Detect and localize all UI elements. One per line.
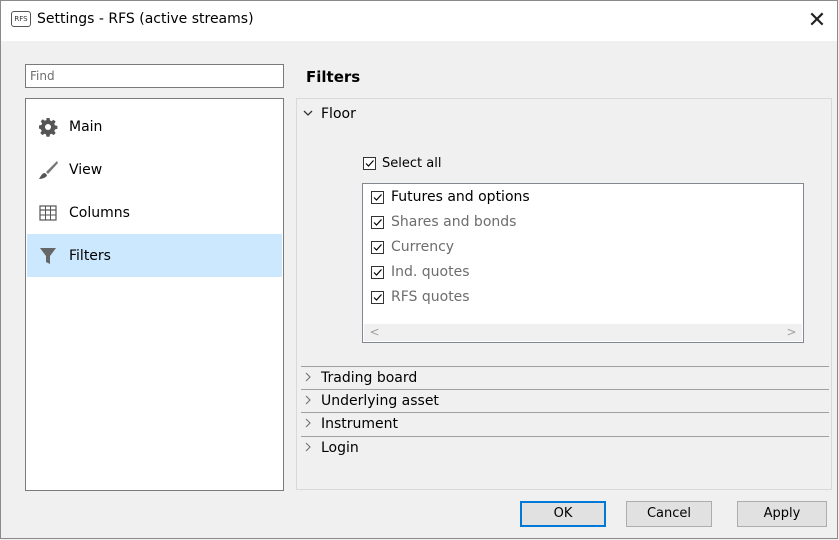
chevron-right-icon [301,441,315,456]
divider [301,366,829,367]
nav-item-columns[interactable]: Columns [27,191,282,234]
chevron-down-icon [301,107,315,122]
app-icon: RFS [11,11,31,27]
checkbox-checked-icon [371,215,384,229]
list-item-label: Ind. quotes [391,264,470,280]
nav-item-main[interactable]: Main [27,105,282,148]
nav-item-label: Filters [69,247,111,264]
checkbox-checked-icon [363,157,376,170]
apply-button[interactable]: Apply [737,501,827,527]
list-item-label: Shares and bonds [391,214,517,230]
nav-item-label: Main [69,118,103,135]
section-label: Trading board [321,370,418,386]
gear-icon [36,115,60,139]
list-item[interactable]: Shares and bonds [371,214,516,230]
section-label: Instrument [321,416,399,432]
section-header-trading-board[interactable]: Trading board [301,370,417,386]
divider [301,436,829,437]
checkbox-checked-icon [371,265,384,279]
nav-item-filters[interactable]: Filters [27,234,282,277]
table-icon [36,201,60,225]
divider [301,389,829,390]
settings-dialog: RFS Settings - RFS (active streams) ✕ Ma… [0,0,838,539]
list-item[interactable]: Futures and options [371,189,530,205]
section-header-floor[interactable]: Floor [301,106,356,122]
horizontal-scrollbar[interactable]: < > [364,324,802,341]
checkbox-checked-icon [371,290,384,304]
nav-item-view[interactable]: View [27,148,282,191]
brush-icon [36,158,60,182]
chevron-right-icon [301,394,315,409]
select-all-checkbox[interactable]: Select all [363,156,441,171]
settings-nav: Main View Columns Filters [25,98,284,491]
nav-item-label: Columns [69,204,130,221]
page-title: Filters [306,68,361,86]
close-button[interactable]: ✕ [797,1,837,41]
list-item-label: Currency [391,239,455,255]
window-title: Settings - RFS (active streams) [37,11,254,27]
title-bar: RFS Settings - RFS (active streams) ✕ [1,1,837,41]
close-icon: ✕ [807,8,827,33]
funnel-icon [36,244,60,268]
list-item-label: Futures and options [391,189,530,205]
checkbox-checked-icon [371,190,384,204]
scroll-right-button[interactable]: > [783,324,800,341]
chevron-right-icon [301,371,315,386]
section-label: Underlying asset [321,393,439,409]
section-header-instrument[interactable]: Instrument [301,416,398,432]
list-item[interactable]: Ind. quotes [371,264,470,280]
cancel-button[interactable]: Cancel [626,501,712,527]
chevron-right-icon [301,417,315,432]
floor-list[interactable]: Futures and options Shares and bonds Cur… [362,183,804,343]
nav-item-label: View [69,161,103,178]
divider [301,412,829,413]
section-label: Login [321,440,359,456]
section-header-login[interactable]: Login [301,440,359,456]
select-all-label: Select all [382,156,442,171]
scroll-left-button[interactable]: < [366,324,383,341]
list-item[interactable]: RFS quotes [371,289,470,305]
list-item[interactable]: Currency [371,239,454,255]
ok-button[interactable]: OK [520,501,606,527]
list-item-label: RFS quotes [391,289,470,305]
section-label: Floor [321,106,356,122]
search-input[interactable] [25,64,284,88]
filters-panel: Floor Select all Futures and options Sha… [296,98,832,490]
section-header-underlying-asset[interactable]: Underlying asset [301,393,439,409]
checkbox-checked-icon [371,240,384,254]
